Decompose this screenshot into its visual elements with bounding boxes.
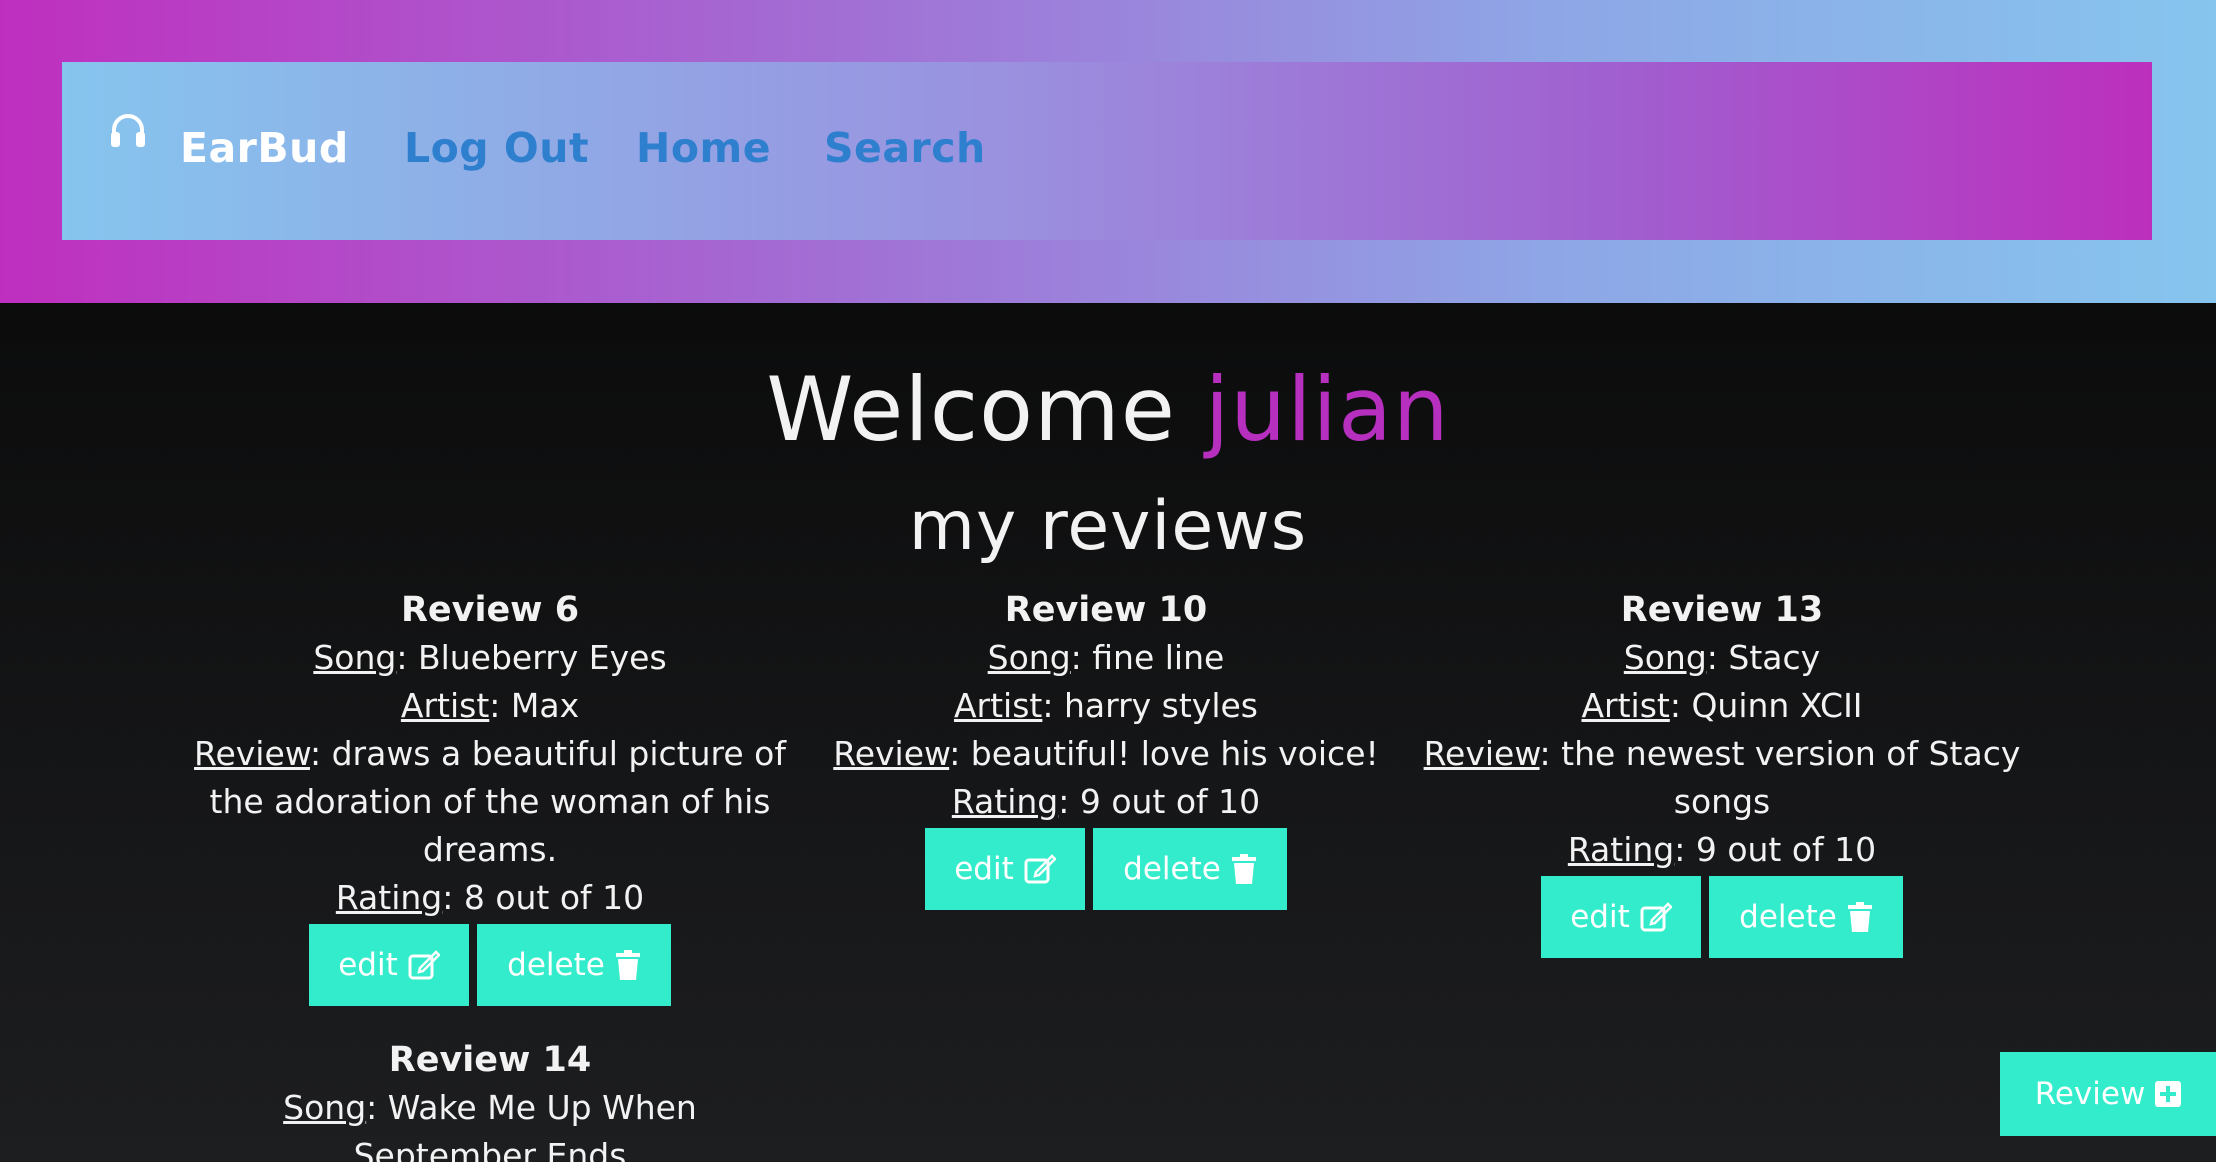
rating-label: Rating — [335, 878, 443, 917]
review-title: Review 10 — [1004, 590, 1208, 630]
nav-link-logout[interactable]: Log Out — [404, 124, 589, 172]
rating-value: 9 out of 10 — [1695, 830, 1877, 869]
review-label: Review — [1423, 734, 1540, 773]
rating-value: 9 out of 10 — [1079, 782, 1261, 821]
review-artist: Artist: harry styles — [953, 686, 1259, 725]
review-label: Review — [194, 734, 310, 773]
review-song: Song: Stacy — [1623, 638, 1821, 677]
edit-button[interactable]: edit — [309, 924, 469, 1006]
song-value: fine line — [1092, 638, 1225, 677]
rating-value: 8 out of 10 — [463, 878, 645, 917]
review-text: Review: beautiful! love his voice! — [833, 734, 1379, 773]
trash-icon — [1847, 902, 1872, 932]
section-title: my reviews — [908, 487, 1308, 566]
song-value: Wake Me Up When September Ends — [353, 1088, 697, 1162]
artist-value: Max — [510, 686, 580, 725]
review-rating: Rating: 9 out of 10 — [951, 782, 1261, 821]
review-text: Review: the newest version of Stacy song… — [1423, 734, 2021, 821]
welcome-greeting: Welcome — [766, 358, 1176, 461]
review-actions: edit delete — [806, 828, 1406, 910]
add-review-label: Review — [2034, 1076, 2146, 1112]
nav-link-home[interactable]: Home — [636, 124, 771, 172]
delete-button[interactable]: delete — [1093, 828, 1287, 910]
song-label: Song — [283, 1088, 367, 1127]
edit-label: edit — [954, 851, 1014, 887]
navbar — [62, 62, 2152, 240]
edit-label: edit — [1570, 899, 1630, 935]
review-actions: edit delete — [1422, 876, 2022, 958]
song-label: Song — [987, 638, 1071, 677]
delete-label: delete — [507, 947, 605, 983]
review-value: the newest version of Stacy songs — [1561, 734, 2021, 821]
review-song: Song: Blueberry Eyes — [313, 638, 667, 677]
review-actions: edit delete — [190, 924, 790, 1006]
review-card: Review 13 Song: Stacy Artist: Quinn XCII… — [1422, 586, 2022, 958]
review-artist: Artist: Quinn XCII — [1581, 686, 1863, 725]
review-title: Review 6 — [400, 590, 580, 630]
review-value: beautiful! love his voice! — [970, 734, 1379, 773]
song-value: Blueberry Eyes — [417, 638, 667, 677]
review-card: Review 10 Song: fine line Artist: harry … — [806, 586, 1406, 910]
trash-icon — [1231, 854, 1256, 884]
plus-square-icon — [2155, 1081, 2182, 1107]
review-text: Review: draws a beautiful picture of the… — [194, 734, 786, 869]
welcome-heading: Welcome julian — [0, 358, 2216, 461]
rating-label: Rating — [951, 782, 1059, 821]
headphones-icon[interactable] — [108, 110, 148, 150]
delete-label: delete — [1123, 851, 1221, 887]
welcome-username: julian — [1204, 358, 1450, 461]
edit-icon — [408, 950, 440, 980]
trash-icon — [615, 950, 640, 980]
delete-label: delete — [1739, 899, 1837, 935]
edit-button[interactable]: edit — [925, 828, 1085, 910]
song-label: Song — [313, 638, 397, 677]
review-song: Song: fine line — [987, 638, 1225, 677]
delete-button[interactable]: delete — [1709, 876, 1903, 958]
brand-link[interactable]: EarBud — [180, 124, 349, 172]
review-rating: Rating: 8 out of 10 — [335, 878, 645, 917]
add-review-button[interactable]: Review — [2000, 1052, 2216, 1136]
artist-value: Quinn XCII — [1691, 686, 1863, 725]
edit-button[interactable]: edit — [1541, 876, 1701, 958]
delete-button[interactable]: delete — [477, 924, 671, 1006]
nav-link-search[interactable]: Search — [824, 124, 986, 172]
review-label: Review — [833, 734, 950, 773]
review-song: Song: Wake Me Up When September Ends — [190, 1084, 790, 1162]
review-title: Review 14 — [388, 1040, 592, 1080]
edit-icon — [1640, 902, 1672, 932]
review-artist: Artist: Max — [400, 686, 580, 725]
artist-label: Artist — [953, 686, 1043, 725]
review-rating: Rating: 9 out of 10 — [1567, 830, 1877, 869]
edit-icon — [1024, 854, 1056, 884]
edit-label: edit — [338, 947, 398, 983]
rating-label: Rating — [1567, 830, 1675, 869]
artist-label: Artist — [1581, 686, 1670, 725]
artist-value: harry styles — [1063, 686, 1259, 725]
song-value: Stacy — [1728, 638, 1821, 677]
song-label: Song — [1623, 638, 1707, 677]
review-card: Review 14 Song: Wake Me Up When Septembe… — [190, 1036, 790, 1162]
review-card: Review 6 Song: Blueberry Eyes Artist: Ma… — [190, 586, 790, 1006]
artist-label: Artist — [400, 686, 490, 725]
review-title: Review 13 — [1620, 590, 1824, 630]
